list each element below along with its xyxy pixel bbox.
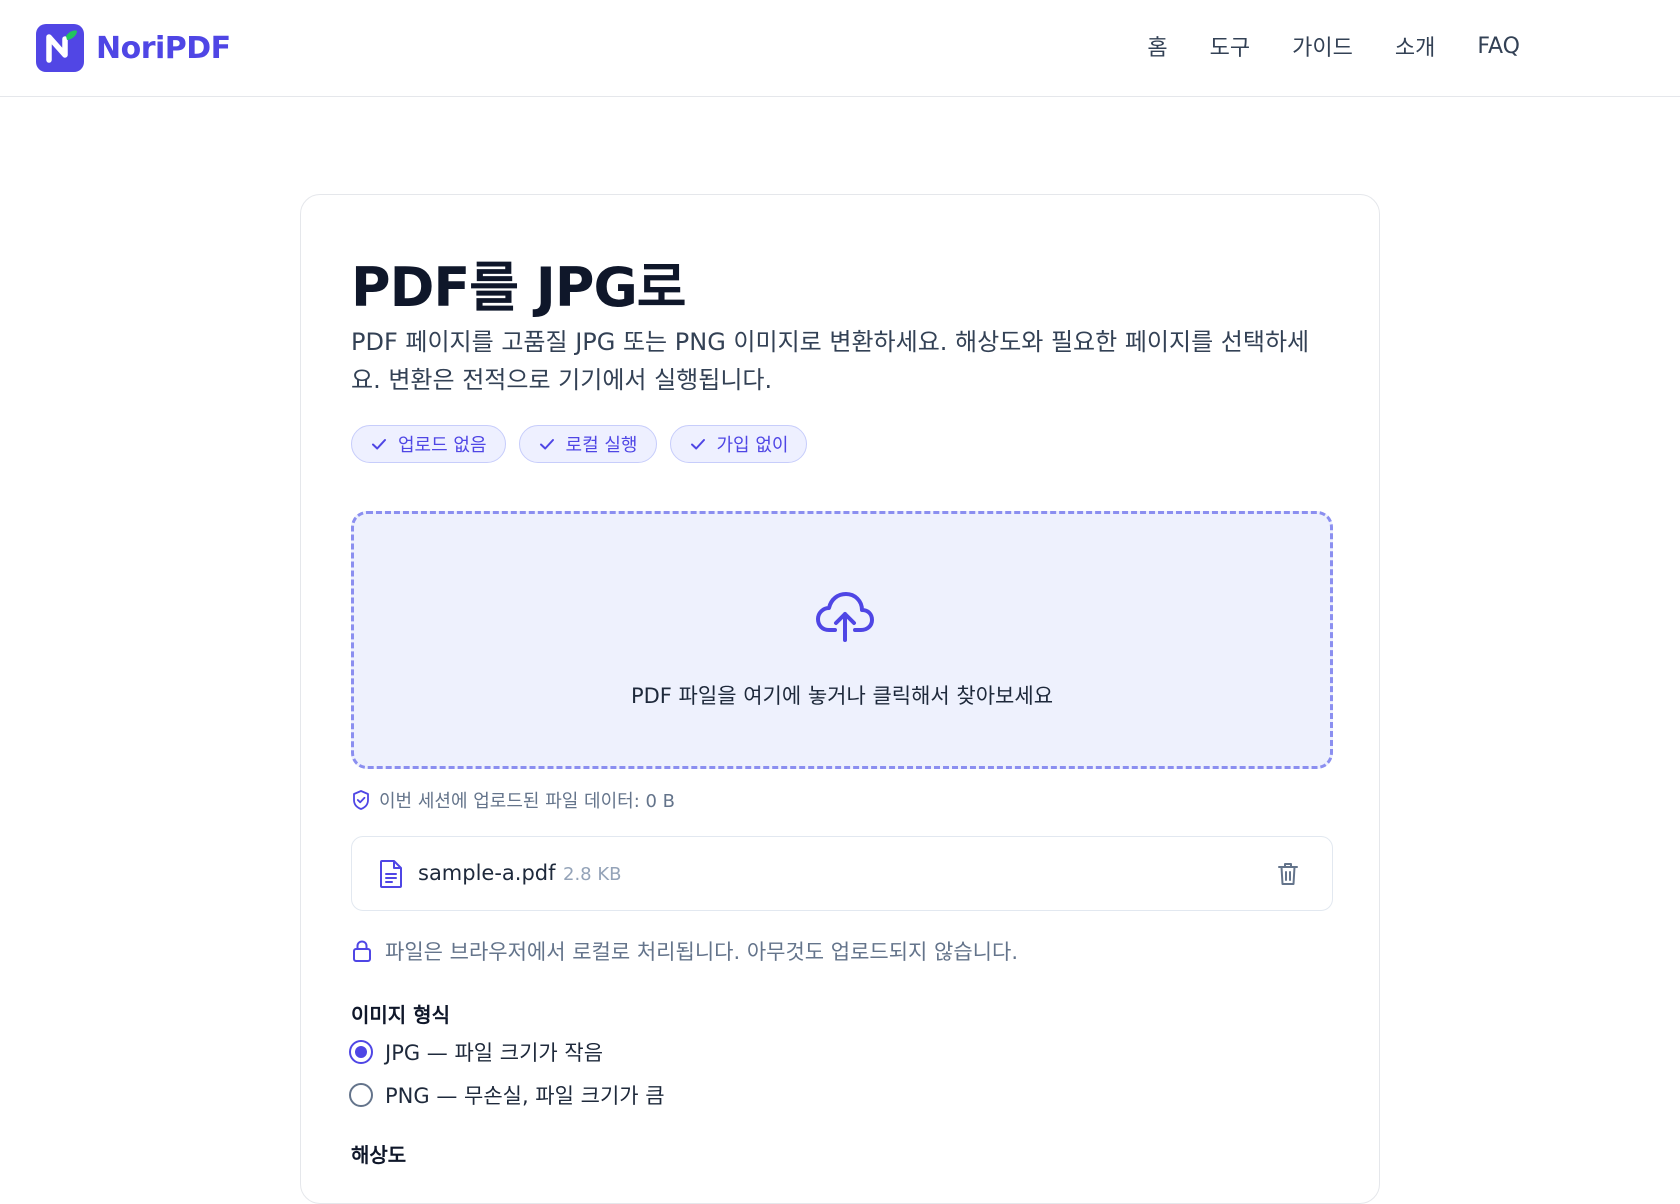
page-title: PDF를 JPG로 xyxy=(351,256,686,319)
check-icon xyxy=(539,439,554,450)
file-name: sample-a.pdf xyxy=(418,861,556,885)
format-option-png[interactable]: PNG — 무손실, 파일 크기가 큼 xyxy=(349,1080,665,1110)
session-text: 이번 세션에 업로드된 파일 데이터: 0 B xyxy=(379,791,676,812)
tool-card: PDF를 JPG로 PDF 페이지를 고품질 JPG 또는 PNG 이미지로 변… xyxy=(300,194,1380,1204)
session-info: 이번 세션에 업로드된 파일 데이터: 0 B xyxy=(351,787,675,813)
trash-icon[interactable] xyxy=(1276,861,1300,887)
nav-tools[interactable]: 도구 xyxy=(1210,30,1250,62)
logo[interactable]: NoriPDF xyxy=(36,24,231,72)
check-icon xyxy=(690,439,705,450)
nav-guide[interactable]: 가이드 xyxy=(1292,30,1353,62)
format-option-label: PNG — 무손실, 파일 크기가 큼 xyxy=(385,1084,665,1108)
badge-local: 로컬 실행 xyxy=(518,425,657,463)
badge-no-upload: 업로드 없음 xyxy=(351,425,506,463)
image-format-label: 이미지 형식 xyxy=(351,1003,450,1027)
file-document-icon xyxy=(380,860,402,888)
badge-label: 업로드 없음 xyxy=(398,435,487,456)
file-size: 2.8 KB xyxy=(563,864,622,885)
feature-badges: 업로드 없음 로컬 실행 가입 없이 xyxy=(351,425,820,463)
check-icon xyxy=(372,439,386,450)
local-processing-note: 파일은 브라우저에서 로컬로 처리됩니다. 아무것도 업로드되지 않습니다. xyxy=(351,936,1018,966)
site-header: NoriPDF 홈 도구 가이드 소개 FAQ xyxy=(0,0,1680,97)
format-option-label: JPG — 파일 크기가 작음 xyxy=(385,1041,604,1065)
logo-text: NoriPDF xyxy=(96,30,231,66)
resolution-label: 해상도 xyxy=(351,1143,407,1167)
nav-faq[interactable]: FAQ xyxy=(1477,34,1520,59)
nav-about[interactable]: 소개 xyxy=(1395,30,1435,62)
radio-unselected-icon[interactable] xyxy=(349,1083,373,1107)
main-nav: 홈 도구 가이드 소개 FAQ xyxy=(1105,30,1520,62)
file-dropzone[interactable]: PDF 파일을 여기에 놓거나 클릭해서 찾아보세요 xyxy=(351,511,1333,769)
page-description: PDF 페이지를 고품질 JPG 또는 PNG 이미지로 변환하세요. 해상도와… xyxy=(351,328,1310,394)
badge-no-signup: 가입 없이 xyxy=(669,425,808,463)
badge-label: 가입 없이 xyxy=(716,435,789,456)
file-item: sample-a.pdf 2.8 KB xyxy=(351,836,1333,911)
cloud-upload-icon xyxy=(816,592,874,642)
badge-label: 로컬 실행 xyxy=(565,435,638,456)
lock-icon xyxy=(353,940,371,962)
radio-selected-icon[interactable] xyxy=(349,1040,373,1064)
nav-home[interactable]: 홈 xyxy=(1147,30,1167,62)
logo-icon xyxy=(36,24,84,72)
dropzone-text: PDF 파일을 여기에 놓거나 클릭해서 찾아보세요 xyxy=(630,684,1054,708)
shield-check-icon xyxy=(353,790,369,810)
format-option-jpg[interactable]: JPG — 파일 크기가 작음 xyxy=(349,1037,603,1067)
local-note-text: 파일은 브라우저에서 로컬로 처리됩니다. 아무것도 업로드되지 않습니다. xyxy=(385,940,1018,964)
